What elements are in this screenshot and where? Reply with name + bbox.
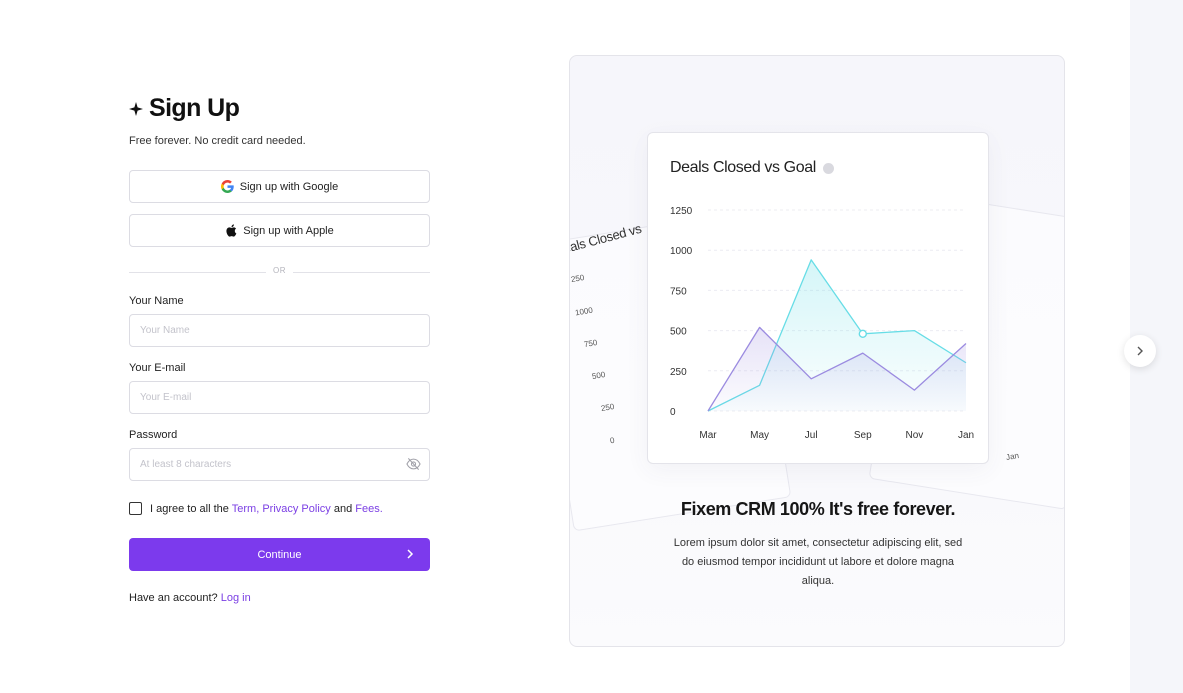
- x-tick-label: Jan: [958, 430, 974, 441]
- y-tick-label: 1250: [670, 206, 693, 217]
- email-label: Your E-mail: [129, 362, 186, 374]
- terms-checkbox[interactable]: [129, 502, 142, 515]
- y-tick-label: 1000: [670, 246, 693, 257]
- x-tick-label: May: [750, 430, 769, 441]
- password-input[interactable]: [129, 448, 430, 481]
- login-prompt: Have an account? Log in: [129, 592, 251, 604]
- signup-title: Sign Up: [149, 94, 240, 122]
- next-slide-button[interactable]: [1124, 335, 1156, 367]
- terms-and: and: [330, 502, 356, 515]
- product-showcase: eals Closed vs 250 1000 750 500 250 0 Ja…: [569, 55, 1065, 647]
- y-tick-label: 750: [670, 286, 687, 297]
- privacy-policy-link[interactable]: Privacy Policy: [262, 503, 330, 515]
- y-tick-label: 0: [670, 407, 676, 418]
- divider-line-right: [293, 272, 430, 273]
- continue-button[interactable]: Continue: [129, 538, 430, 571]
- x-tick-label: Sep: [854, 430, 872, 441]
- page-title: Sign Up: [129, 94, 240, 123]
- showcase-tagline: Fixem CRM 100% It's free forever.: [680, 499, 956, 519]
- have-account-text: Have an account?: [129, 592, 221, 604]
- name-input[interactable]: [129, 314, 430, 347]
- signup-subtitle: Free forever. No credit card needed.: [129, 135, 306, 147]
- fees-link[interactable]: Fees.: [355, 503, 383, 515]
- y-tick-label: 250: [670, 367, 687, 378]
- terms-agreement: I agree to all the Term, Privacy Policy …: [129, 502, 383, 515]
- continue-label: Continue: [257, 548, 302, 561]
- sparkle-icon: [129, 101, 143, 116]
- x-tick-label: Nov: [906, 430, 924, 441]
- divider-text: OR: [273, 266, 286, 275]
- chart-card: Deals Closed vs Goal 0 250 500 750 1000 1250 M…: [647, 132, 989, 464]
- y-tick-label: 500: [670, 327, 687, 338]
- terms-text: I agree to all the Term, Privacy Policy …: [150, 503, 383, 515]
- name-label: Your Name: [129, 295, 184, 307]
- x-tick-label: Mar: [699, 430, 717, 441]
- apple-signup-button[interactable]: Sign up with Apple: [129, 214, 430, 247]
- google-signup-label: Sign up with Google: [239, 180, 339, 193]
- password-label: Password: [129, 429, 178, 441]
- email-input[interactable]: [129, 381, 430, 414]
- or-divider: OR: [129, 266, 430, 278]
- x-tick-label: Jul: [805, 430, 818, 441]
- line-chart: 0 250 500 750 1000 1250 Mar May Jul Sep Nov Jan: [670, 206, 974, 441]
- chevron-right-icon: [1137, 346, 1143, 356]
- login-link[interactable]: Log in: [221, 592, 251, 604]
- highlight-point: [858, 329, 868, 339]
- google-signup-button[interactable]: Sign up with Google: [129, 170, 430, 203]
- term-link[interactable]: Term,: [232, 503, 260, 515]
- google-icon: [220, 180, 234, 193]
- terms-prefix: I agree to all the: [150, 502, 232, 515]
- apple-icon: [226, 224, 237, 237]
- eye-off-icon[interactable]: [406, 457, 421, 471]
- showcase-description: Lorem ipsum dolor sit amet, consectetur …: [673, 537, 963, 587]
- apple-signup-label: Sign up with Apple: [243, 224, 334, 237]
- chevron-right-icon: [407, 549, 414, 559]
